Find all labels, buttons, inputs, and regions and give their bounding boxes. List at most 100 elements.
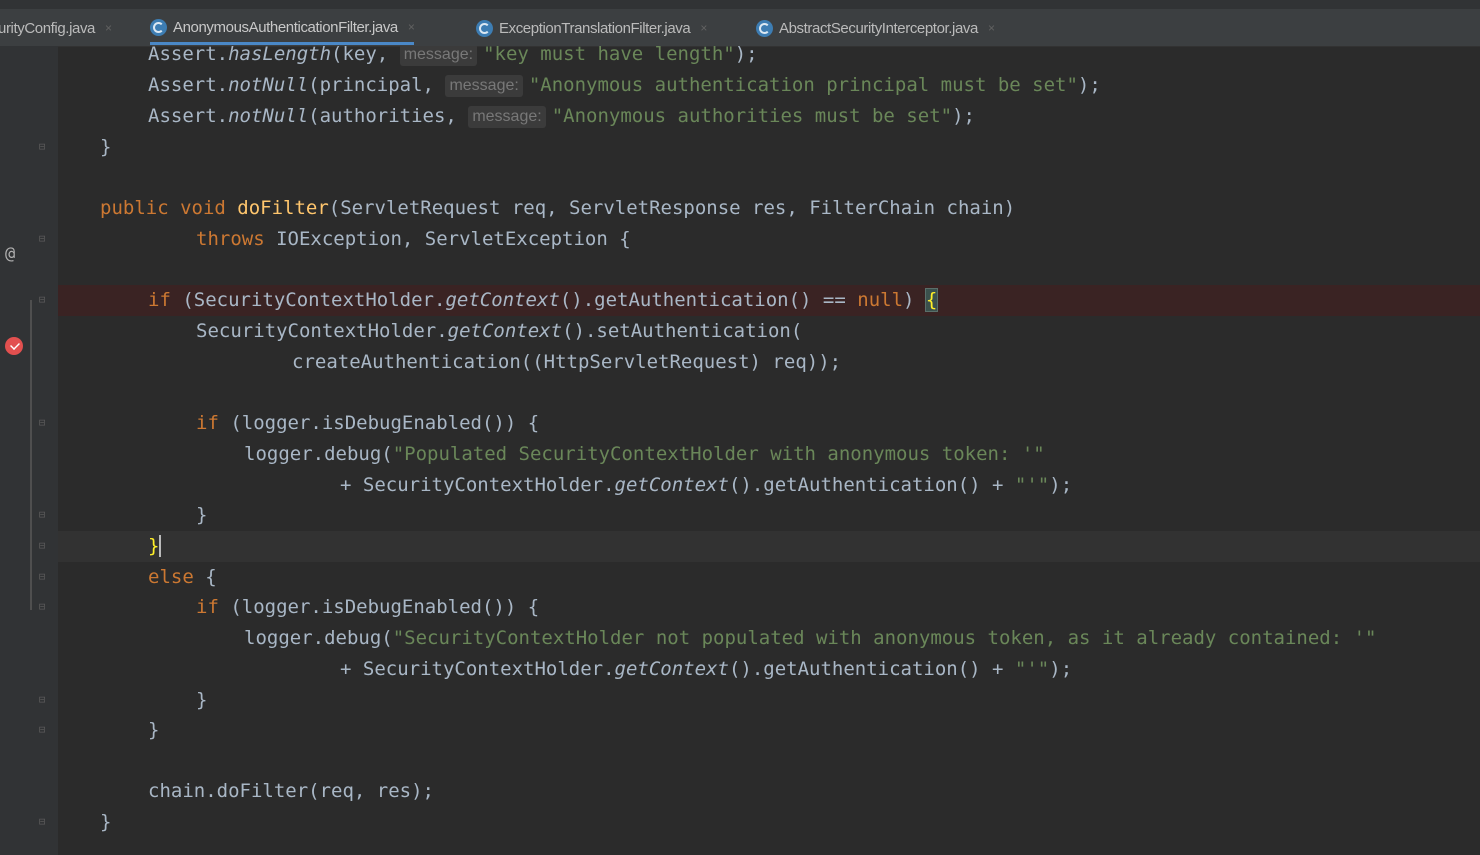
code-line[interactable]: } <box>58 715 1480 746</box>
keyword: if <box>196 412 231 434</box>
close-icon[interactable]: × <box>700 21 707 35</box>
change-marker <box>30 300 32 610</box>
string-literal: "Anonymous authentication principal must… <box>528 74 1078 96</box>
toolbar-strip <box>0 0 1480 9</box>
fold-icon[interactable] <box>37 571 47 582</box>
code-editor[interactable]: Assert.hasLength(key, message: "key must … <box>58 46 1480 855</box>
code-token: (ServletRequest req, ServletResponse res… <box>328 197 1016 219</box>
fold-icon[interactable] <box>37 540 47 551</box>
code-token: createAuthentication((HttpServletRequest… <box>292 351 842 373</box>
code-line[interactable]: else { <box>58 562 1480 593</box>
code-token: ); <box>1049 474 1073 496</box>
code-line[interactable]: } <box>58 500 1480 531</box>
code-line[interactable]: logger.debug("SecurityContextHolder not … <box>58 623 1480 654</box>
code-line[interactable]: } <box>58 132 1480 163</box>
string-literal: "SecurityContextHolder not populated wit… <box>392 627 1377 649</box>
java-class-icon <box>150 18 167 36</box>
code-line[interactable]: Assert.hasLength(key, message: "key must … <box>58 46 1480 70</box>
code-token: ().getAuthentication() == <box>559 289 858 311</box>
string-literal: "'" <box>1014 474 1050 496</box>
fold-icon[interactable] <box>37 141 47 152</box>
editor-tab-bar: urityConfig.java × AnonymousAuthenticati… <box>0 0 1480 47</box>
keyword: throws <box>196 228 277 250</box>
code-line[interactable]: public void doFilter(ServletRequest req,… <box>58 193 1480 224</box>
code-token: hasLength <box>228 46 332 65</box>
code-token: ().getAuthentication() + <box>728 474 1015 496</box>
code-token: (logger.isDebugEnabled()) { <box>230 596 540 618</box>
keyword: if <box>196 596 231 618</box>
fold-icon[interactable] <box>37 294 47 305</box>
code-line[interactable]: throws IOException, ServletException { <box>58 224 1480 255</box>
code-token: notNull <box>228 74 309 96</box>
ide-window: urityConfig.java × AnonymousAuthenticati… <box>0 0 1480 855</box>
code-token: (principal, <box>308 74 434 96</box>
breakpoint-line[interactable]: if (SecurityContextHolder.getContext().g… <box>58 285 1480 316</box>
code-token: + SecurityContextHolder. <box>340 474 615 496</box>
code-line[interactable]: logger.debug("Populated SecurityContextH… <box>58 439 1480 470</box>
code-token: ); <box>734 46 758 65</box>
tab-label: urityConfig.java <box>0 19 95 37</box>
code-line[interactable]: chain.doFilter(req, res); <box>58 776 1480 807</box>
method-name: doFilter <box>237 197 329 219</box>
code-line[interactable]: Assert.notNull(principal, message: "Anony… <box>58 70 1480 101</box>
fold-icon[interactable] <box>37 724 47 735</box>
fold-icon[interactable] <box>37 694 47 705</box>
code-line[interactable]: SecurityContextHolder.getContext().setAu… <box>58 316 1480 347</box>
code-token: (SecurityContextHolder. <box>182 289 446 311</box>
code-token: chain.doFilter(req, res); <box>148 780 434 802</box>
tab-security-config[interactable]: urityConfig.java × <box>0 12 112 44</box>
fold-icon[interactable] <box>37 233 47 244</box>
text-cursor: } <box>148 535 162 557</box>
code-line[interactable]: } <box>58 685 1480 716</box>
code-line[interactable]: Assert.notNull(authorities, message: "Ano… <box>58 101 1480 132</box>
code-token: notNull <box>228 105 309 127</box>
close-icon[interactable]: × <box>105 21 112 35</box>
code-line[interactable]: + SecurityContextHolder.getContext().get… <box>58 470 1480 501</box>
keyword: if <box>148 289 183 311</box>
editor-gutter[interactable]: @ <box>0 46 58 855</box>
code-line[interactable]: createAuthentication((HttpServletRequest… <box>58 347 1480 378</box>
code-token: } <box>148 719 160 741</box>
at-sign-icon[interactable]: @ <box>5 245 23 263</box>
code-token: } <box>100 811 112 833</box>
close-icon[interactable]: × <box>408 20 415 34</box>
code-token: { <box>205 566 217 588</box>
code-token: ); <box>1077 74 1101 96</box>
java-class-icon <box>756 19 773 37</box>
code-token: Assert. <box>148 105 229 127</box>
code-token: } <box>100 136 112 158</box>
code-line[interactable]: if (logger.isDebugEnabled()) { <box>58 592 1480 623</box>
caret-line[interactable]: } <box>58 531 1480 562</box>
fold-icon[interactable] <box>37 417 47 428</box>
code-token: logger.debug( <box>244 443 393 465</box>
code-line[interactable]: if (logger.isDebugEnabled()) { <box>58 408 1480 439</box>
string-literal: "key must have length" <box>483 46 735 65</box>
code-token: (logger.isDebugEnabled()) { <box>230 412 540 434</box>
code-token: } <box>196 504 208 526</box>
code-token: logger.debug( <box>244 627 393 649</box>
code-token: (authorities, <box>308 105 457 127</box>
string-literal: "Anonymous authorities must be set" <box>551 105 953 127</box>
code-token: ); <box>952 105 975 127</box>
code-token: (key, <box>331 46 389 65</box>
java-class-icon <box>476 19 493 37</box>
breakpoint-icon[interactable] <box>5 337 23 355</box>
code-line[interactable]: } <box>58 807 1480 838</box>
code-token: Assert. <box>148 74 229 96</box>
close-icon[interactable]: × <box>988 21 995 35</box>
fold-icon[interactable] <box>37 509 47 520</box>
code-line[interactable]: + SecurityContextHolder.getContext().get… <box>58 654 1480 685</box>
code-token: ().setAuthentication( <box>562 320 803 342</box>
code-token: getContext <box>445 289 560 311</box>
code-token: SecurityContextHolder. <box>196 320 448 342</box>
tab-label: AnonymousAuthenticationFilter.java <box>173 18 398 36</box>
matched-brace: { <box>924 288 939 312</box>
tab-exception-translation-filter[interactable]: ExceptionTranslationFilter.java × <box>476 12 707 44</box>
tab-anonymous-authentication-filter[interactable]: AnonymousAuthenticationFilter.java × <box>150 12 415 45</box>
fold-icon[interactable] <box>37 601 47 612</box>
code-token: ) <box>903 289 926 311</box>
fold-icon[interactable] <box>37 816 47 827</box>
tab-abstract-security-interceptor[interactable]: AbstractSecurityInterceptor.java × <box>756 12 995 44</box>
keyword: null <box>857 289 904 311</box>
keyword: public void <box>100 197 238 219</box>
